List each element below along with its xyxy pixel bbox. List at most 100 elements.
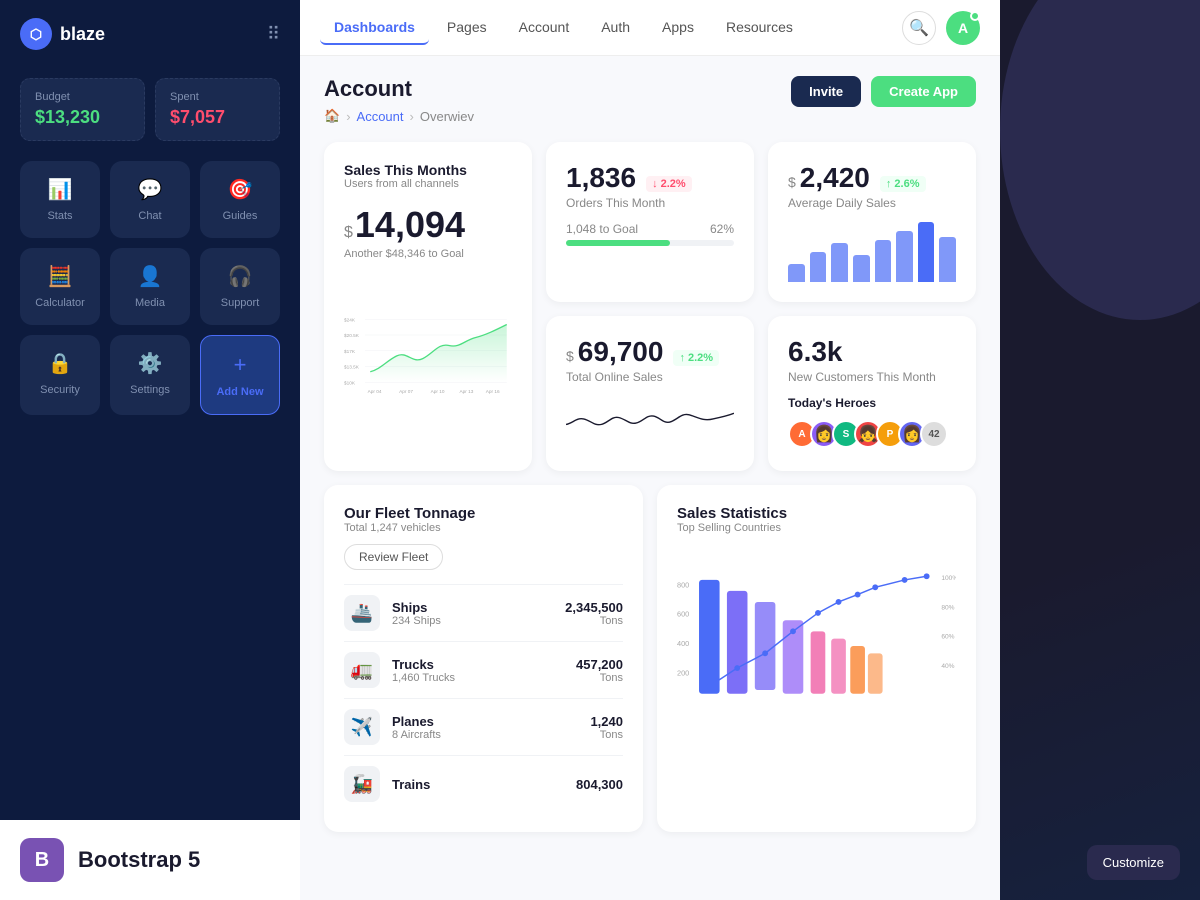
trains-name: Trains: [392, 777, 430, 792]
bar-7: [918, 222, 935, 282]
content-area: Account 🏠 › Account › Overwiev Invite Cr…: [300, 56, 1000, 900]
menu-icon[interactable]: ⠿: [267, 24, 280, 45]
trains-icon: 🚂: [344, 766, 380, 802]
stats-icon: 📊: [48, 177, 73, 202]
svg-text:800: 800: [677, 580, 689, 589]
create-app-button[interactable]: Create App: [871, 76, 976, 107]
online-sales-value: 69,700: [578, 336, 664, 368]
nav-grid: 📊 Stats 💬 Chat 🎯 Guides 🧮 Calculator 👤 M…: [0, 161, 300, 425]
online-sales-card: $ 69,700 ↑ 2.2% Total Online Sales: [546, 316, 754, 471]
bootstrap-badge: B Bootstrap 5: [0, 820, 300, 900]
fleet-title: Our Fleet Tonnage: [344, 505, 623, 522]
svg-text:Apr 13: Apr 13: [460, 389, 474, 395]
svg-text:100%: 100%: [941, 575, 956, 582]
sales-big-value: 14,094: [355, 204, 465, 246]
tab-pages[interactable]: Pages: [433, 11, 501, 45]
sidebar-header: ⬡ blaze ⠿: [0, 0, 300, 68]
sales-stats-chart: 800 600 400 200: [677, 546, 956, 746]
support-label: Support: [221, 297, 260, 309]
planes-icon: ✈️: [344, 709, 380, 745]
goal-pct: 62%: [710, 222, 734, 236]
budget-card: Budget $13,230: [20, 78, 145, 141]
wavy-chart: [566, 396, 734, 446]
sales-prefix: $: [344, 224, 353, 242]
avatar-initial: A: [958, 20, 968, 36]
svg-text:$10K: $10K: [344, 380, 356, 386]
orders-card: 1,836 ↓ 2.2% Orders This Month 1,048 to …: [546, 142, 754, 302]
customers-label: New Customers This Month: [788, 370, 956, 384]
nav-tabs: Dashboards Pages Account Auth Apps Resou…: [320, 11, 807, 45]
sales-line-chart: $24K $20.5K $17K $13.5K $10K Apr 04 Apr …: [344, 276, 512, 436]
user-avatar[interactable]: A: [946, 11, 980, 45]
svg-text:Apr 04: Apr 04: [368, 389, 382, 395]
sales-month-title: Sales This Months: [344, 162, 512, 178]
stats-sales-title: Sales Statistics: [677, 505, 956, 522]
svg-text:$20.5K: $20.5K: [344, 333, 360, 339]
support-icon: 🎧: [228, 264, 253, 289]
svg-text:$13.5K: $13.5K: [344, 365, 360, 371]
spent-label: Spent: [170, 91, 265, 103]
settings-label: Settings: [130, 384, 170, 396]
customize-button[interactable]: Customize: [1087, 845, 1180, 880]
sales-month-card: Sales This Months Users from all channel…: [324, 142, 532, 471]
svg-text:40%: 40%: [941, 663, 954, 670]
bar-3: [831, 243, 848, 282]
invite-button[interactable]: Invite: [791, 76, 861, 107]
review-fleet-button[interactable]: Review Fleet: [344, 544, 443, 570]
trucks-value: 457,200: [576, 657, 623, 672]
daily-sales-value: 2,420: [800, 162, 870, 194]
spent-card: Spent $7,057: [155, 78, 280, 141]
bar-1: [788, 264, 805, 282]
daily-sales-card: $ 2,420 ↑ 2.6% Average Daily Sales: [768, 142, 976, 302]
breadcrumb-account[interactable]: Account: [357, 109, 404, 124]
tab-apps[interactable]: Apps: [648, 11, 708, 45]
sidebar-item-stats[interactable]: 📊 Stats: [20, 161, 100, 238]
bar-2: [810, 252, 827, 282]
sidebar-item-calculator[interactable]: 🧮 Calculator: [20, 248, 100, 325]
fleet-card: Our Fleet Tonnage Total 1,247 vehicles R…: [324, 485, 643, 832]
sidebar-item-guides[interactable]: 🎯 Guides: [200, 161, 280, 238]
tab-auth[interactable]: Auth: [587, 11, 644, 45]
goal-label: 1,048 to Goal: [566, 222, 638, 236]
trains-value: 804,300: [576, 777, 623, 792]
planes-count: 8 Aircrafts: [392, 729, 441, 741]
bar-5: [875, 240, 892, 282]
sidebar-item-settings[interactable]: ⚙️ Settings: [110, 335, 190, 415]
sidebar-item-support[interactable]: 🎧 Support: [200, 248, 280, 325]
customers-value: 6.3k: [788, 336, 956, 368]
sidebar-item-security[interactable]: 🔒 Security: [20, 335, 100, 415]
fleet-sub: Total 1,247 vehicles: [344, 522, 623, 534]
page-title: Account: [324, 76, 474, 102]
sales-goal-text: Another $48,346 to Goal: [344, 248, 512, 260]
tab-account[interactable]: Account: [505, 11, 584, 45]
calculator-icon: 🧮: [48, 264, 73, 289]
bar-8: [939, 237, 956, 282]
chat-icon: 💬: [138, 177, 163, 202]
trucks-name: Trucks: [392, 657, 455, 672]
tab-dashboards[interactable]: Dashboards: [320, 11, 429, 45]
search-button[interactable]: 🔍: [902, 11, 936, 45]
svg-text:80%: 80%: [941, 604, 954, 611]
planes-name: Planes: [392, 714, 441, 729]
logo-area: ⬡ blaze: [20, 18, 105, 50]
daily-sales-label: Average Daily Sales: [788, 196, 956, 210]
bar-6: [896, 231, 913, 282]
ships-icon: 🚢: [344, 595, 380, 631]
security-label: Security: [40, 384, 80, 396]
sidebar-item-media[interactable]: 👤 Media: [110, 248, 190, 325]
sidebar-item-add-new[interactable]: + Add New: [200, 335, 280, 415]
ships-unit: Tons: [565, 615, 623, 627]
stats-sales-sub: Top Selling Countries: [677, 522, 956, 534]
svg-text:Apr 07: Apr 07: [399, 389, 413, 395]
sidebar-item-chat[interactable]: 💬 Chat: [110, 161, 190, 238]
fleet-row-trucks: 🚛 Trucks 1,460 Trucks 457,200 Tons: [344, 641, 623, 698]
action-bar: Invite Create App: [791, 76, 976, 107]
tab-resources[interactable]: Resources: [712, 11, 807, 45]
online-indicator: [970, 11, 980, 21]
app-name: blaze: [60, 24, 105, 45]
guides-icon: 🎯: [228, 177, 253, 202]
breadcrumb-home[interactable]: 🏠: [324, 108, 340, 124]
budget-label: Budget: [35, 91, 130, 103]
orders-change: ↓ 2.2%: [646, 176, 692, 192]
heroes-label: Today's Heroes: [788, 396, 956, 410]
